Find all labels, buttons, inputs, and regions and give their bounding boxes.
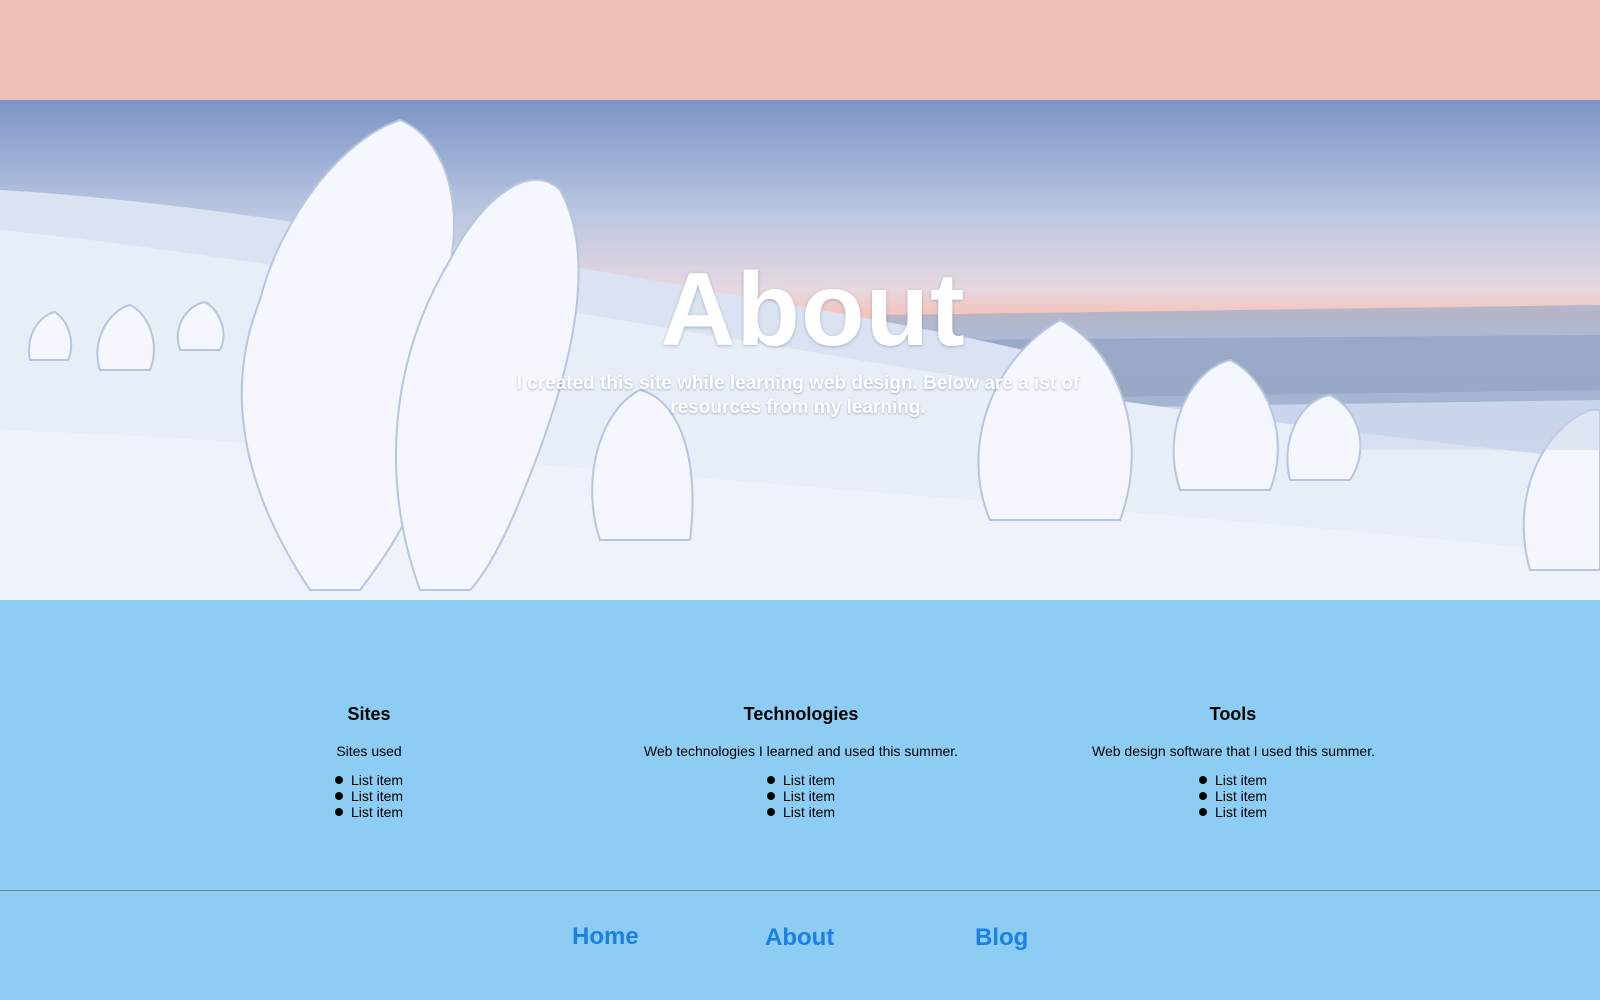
bullet-icon (1198, 776, 1207, 784)
page-title: About (660, 252, 966, 368)
list-item: List item (766, 788, 835, 804)
column-description: Web technologies I learned and used this… (643, 743, 959, 759)
list-item: List item (1198, 804, 1267, 820)
resource-list: List item List item List item (766, 772, 835, 820)
resource-columns: Sites Sites used List item List item Lis… (0, 600, 1600, 890)
bullet-icon (766, 808, 775, 816)
bullet-icon (334, 792, 343, 800)
list-item: List item (766, 772, 835, 788)
footer-divider (0, 890, 1600, 891)
hero-banner: About I created this site while learning… (0, 100, 1600, 600)
nav-link-home[interactable]: Home (572, 923, 639, 951)
footer-nav: Home About Blog (0, 920, 1600, 960)
resource-list: List item List item List item (1198, 772, 1267, 820)
bullet-icon (334, 808, 343, 816)
nav-link-about[interactable]: About (765, 924, 834, 952)
list-item: List item (766, 804, 835, 820)
page-intro: I created this site while learning web d… (516, 373, 1080, 418)
column-heading: Tools (1209, 704, 1257, 724)
list-item: List item (334, 804, 403, 820)
nav-link-blog[interactable]: Blog (975, 924, 1028, 952)
bullet-icon (1198, 792, 1207, 800)
technologies-column: Technologies Web technologies I learned … (631, 703, 971, 822)
list-item: List item (1198, 772, 1267, 788)
bullet-icon (766, 776, 775, 784)
bullet-icon (1198, 808, 1207, 816)
list-item: List item (334, 788, 403, 804)
column-heading: Technologies (743, 704, 859, 724)
top-banner (0, 0, 1600, 100)
tools-column: Tools Web design software that I used th… (1063, 703, 1403, 822)
sites-column: Sites Sites used List item List item Lis… (199, 703, 539, 822)
bullet-icon (334, 776, 343, 784)
column-description: Web design software that I used this sum… (1092, 743, 1375, 759)
column-description: Sites used (336, 743, 402, 759)
list-item: List item (1198, 788, 1267, 804)
resource-list: List item List item List item (334, 772, 403, 820)
list-item: List item (334, 772, 403, 788)
bullet-icon (766, 792, 775, 800)
column-heading: Sites (347, 704, 391, 724)
